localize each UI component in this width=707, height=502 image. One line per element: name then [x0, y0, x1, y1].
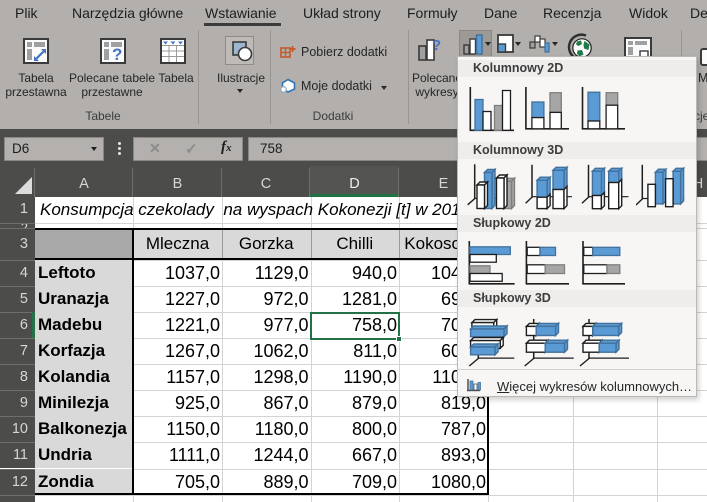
svg-text:?: ? [432, 37, 441, 54]
svg-text:?: ? [112, 45, 122, 64]
